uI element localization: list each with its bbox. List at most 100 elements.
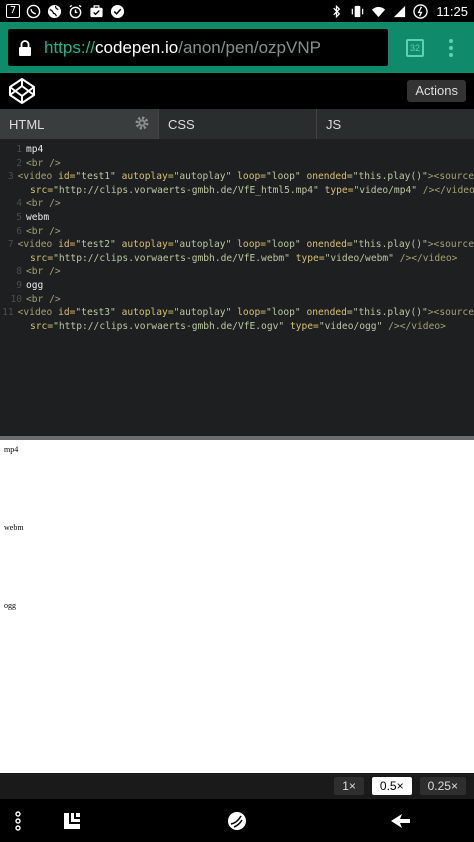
code-text: ogg — [26, 279, 44, 291]
code-line: 8 <br /> — [0, 265, 474, 279]
vibrate-icon — [350, 4, 365, 19]
tab-js-label: JS — [326, 116, 342, 132]
code-line: 9 ogg — [0, 279, 474, 293]
actions-button[interactable]: Actions — [407, 80, 466, 102]
recent-apps-icon[interactable] — [60, 809, 84, 833]
status-bar: 7 11:25 — [0, 0, 474, 22]
url-path: /anon/pen/ozpVNP — [178, 37, 321, 57]
briefcase-check-icon — [89, 4, 104, 19]
clock-time: 11:25 — [436, 3, 468, 19]
code-attr: loop= — [237, 171, 267, 183]
code-string: "loop" — [266, 307, 301, 319]
codepen-logo-icon[interactable] — [8, 77, 36, 105]
code-attr: onended= — [306, 307, 353, 319]
code-line-wrapped: src="http://clips.vorwaerts-gmbh.de/VfE.… — [0, 320, 474, 334]
browser-menu-button[interactable] — [448, 38, 454, 57]
code-attr: loop= — [237, 239, 267, 251]
code-tag: /></video> — [393, 252, 458, 264]
code-attr: autoplay= — [121, 239, 174, 251]
menu-dot — [449, 38, 453, 43]
gear-icon[interactable] — [134, 115, 150, 131]
code-string: "this.play()" — [352, 307, 428, 319]
code-tag: <br /> — [26, 266, 61, 278]
code-attr: id= — [58, 239, 76, 251]
code-tag: <video — [17, 171, 53, 183]
html-code-editor[interactable]: 1 mp4 2 <br /> 3 <video id="test1" autop… — [0, 139, 474, 436]
tab-css-label: CSS — [168, 116, 195, 132]
code-string: "loop" — [266, 239, 301, 251]
code-tag: ><source — [427, 239, 474, 251]
menu-dot — [449, 52, 453, 57]
overflow-menu-icon[interactable] — [6, 809, 30, 833]
code-source-line: src="http://clips.vorwaerts-gmbh.de/VfE.… — [0, 320, 446, 334]
code-attr: src= — [30, 184, 54, 196]
code-string: "video/mp4" — [353, 184, 418, 196]
code-string: "test3" — [75, 307, 116, 319]
preview-pane: mp4 webm ogg — [0, 440, 474, 773]
lock-icon — [19, 39, 31, 56]
code-attr: onended= — [306, 171, 353, 183]
code-string: "this.play()" — [352, 171, 428, 183]
update-check-icon — [110, 4, 125, 19]
tab-html[interactable]: HTML — [0, 109, 158, 139]
code-attr: type= — [295, 252, 325, 264]
preview-label-ogg: ogg — [4, 601, 16, 610]
editor-tabs: HTML CSS JS — [0, 109, 474, 139]
zoom-0.5x-button[interactable]: 0.5× — [371, 777, 412, 795]
line-number: 2 — [16, 157, 22, 169]
back-icon[interactable] — [388, 809, 412, 833]
code-line: 5 webm — [0, 211, 474, 225]
url-scheme: https:// — [44, 37, 96, 57]
tab-css[interactable]: CSS — [158, 109, 316, 139]
line-number: 8 — [16, 266, 22, 278]
code-attr: onended= — [306, 239, 353, 251]
home-icon[interactable] — [225, 809, 249, 833]
zoom-0.25x-button[interactable]: 0.25× — [419, 777, 466, 795]
code-video-line: <video id="test2" autoplay="autoplay" lo… — [18, 238, 474, 252]
alarm-clock-icon — [68, 4, 83, 19]
code-tag: <video — [17, 307, 53, 319]
zoom-1x-button[interactable]: 1× — [334, 777, 364, 795]
code-attr: loop= — [237, 307, 267, 319]
line-number: 6 — [16, 225, 22, 237]
code-string: "autoplay" — [173, 239, 232, 251]
address-bar[interactable]: https://codepen.io/anon/pen/ozpVNP — [8, 29, 388, 66]
code-video-line: <video id="test1" autoplay="autoplay" lo… — [18, 170, 474, 184]
code-line: 6 <br /> — [0, 225, 474, 239]
tab-js[interactable]: JS — [316, 109, 474, 139]
cellular-signal-icon — [392, 4, 407, 19]
code-attr: autoplay= — [121, 307, 174, 319]
code-string: "http://clips.vorwaerts-gmbh.de/VfE_html… — [53, 184, 319, 196]
code-line: 2 <br /> — [0, 157, 474, 171]
browser-toolbar: https://codepen.io/anon/pen/ozpVNP 32 — [0, 22, 474, 73]
code-source-line: src="http://clips.vorwaerts-gmbh.de/VfE.… — [0, 252, 457, 266]
wifi-icon — [371, 4, 386, 19]
code-string: "loop" — [266, 171, 301, 183]
code-line: 4 <br /> — [0, 197, 474, 211]
code-string: "test2" — [75, 239, 116, 251]
code-tag: ><source — [427, 307, 474, 319]
code-line-wrapped: src="http://clips.vorwaerts-gmbh.de/VfE_… — [0, 184, 474, 198]
code-attr: autoplay= — [121, 171, 174, 183]
line-number: 9 — [16, 279, 22, 291]
code-attr: id= — [58, 307, 76, 319]
code-attr: src= — [30, 320, 54, 332]
code-attr: type= — [289, 320, 319, 332]
code-tag: ><source — [427, 171, 474, 183]
line-number: 4 — [16, 198, 22, 210]
notification-count-badge: 7 — [6, 4, 20, 18]
url-host: codepen.io — [95, 37, 179, 57]
menu-dot — [449, 45, 453, 50]
code-string: "test1" — [75, 171, 116, 183]
code-tag: <br /> — [26, 157, 61, 169]
code-string: "video/webm" — [324, 252, 394, 264]
code-line: 1 mp4 — [0, 143, 474, 157]
tab-switcher-button[interactable]: 32 — [406, 38, 424, 57]
whatsapp-icon — [26, 4, 41, 19]
line-number: 3 — [7, 171, 14, 183]
code-string: "autoplay" — [173, 307, 232, 319]
code-tag: /></video> — [382, 320, 446, 332]
code-line: 7 <video id="test2" autoplay="autoplay" … — [0, 238, 474, 252]
code-tag: <br /> — [26, 198, 61, 210]
code-attr: type= — [324, 184, 354, 196]
